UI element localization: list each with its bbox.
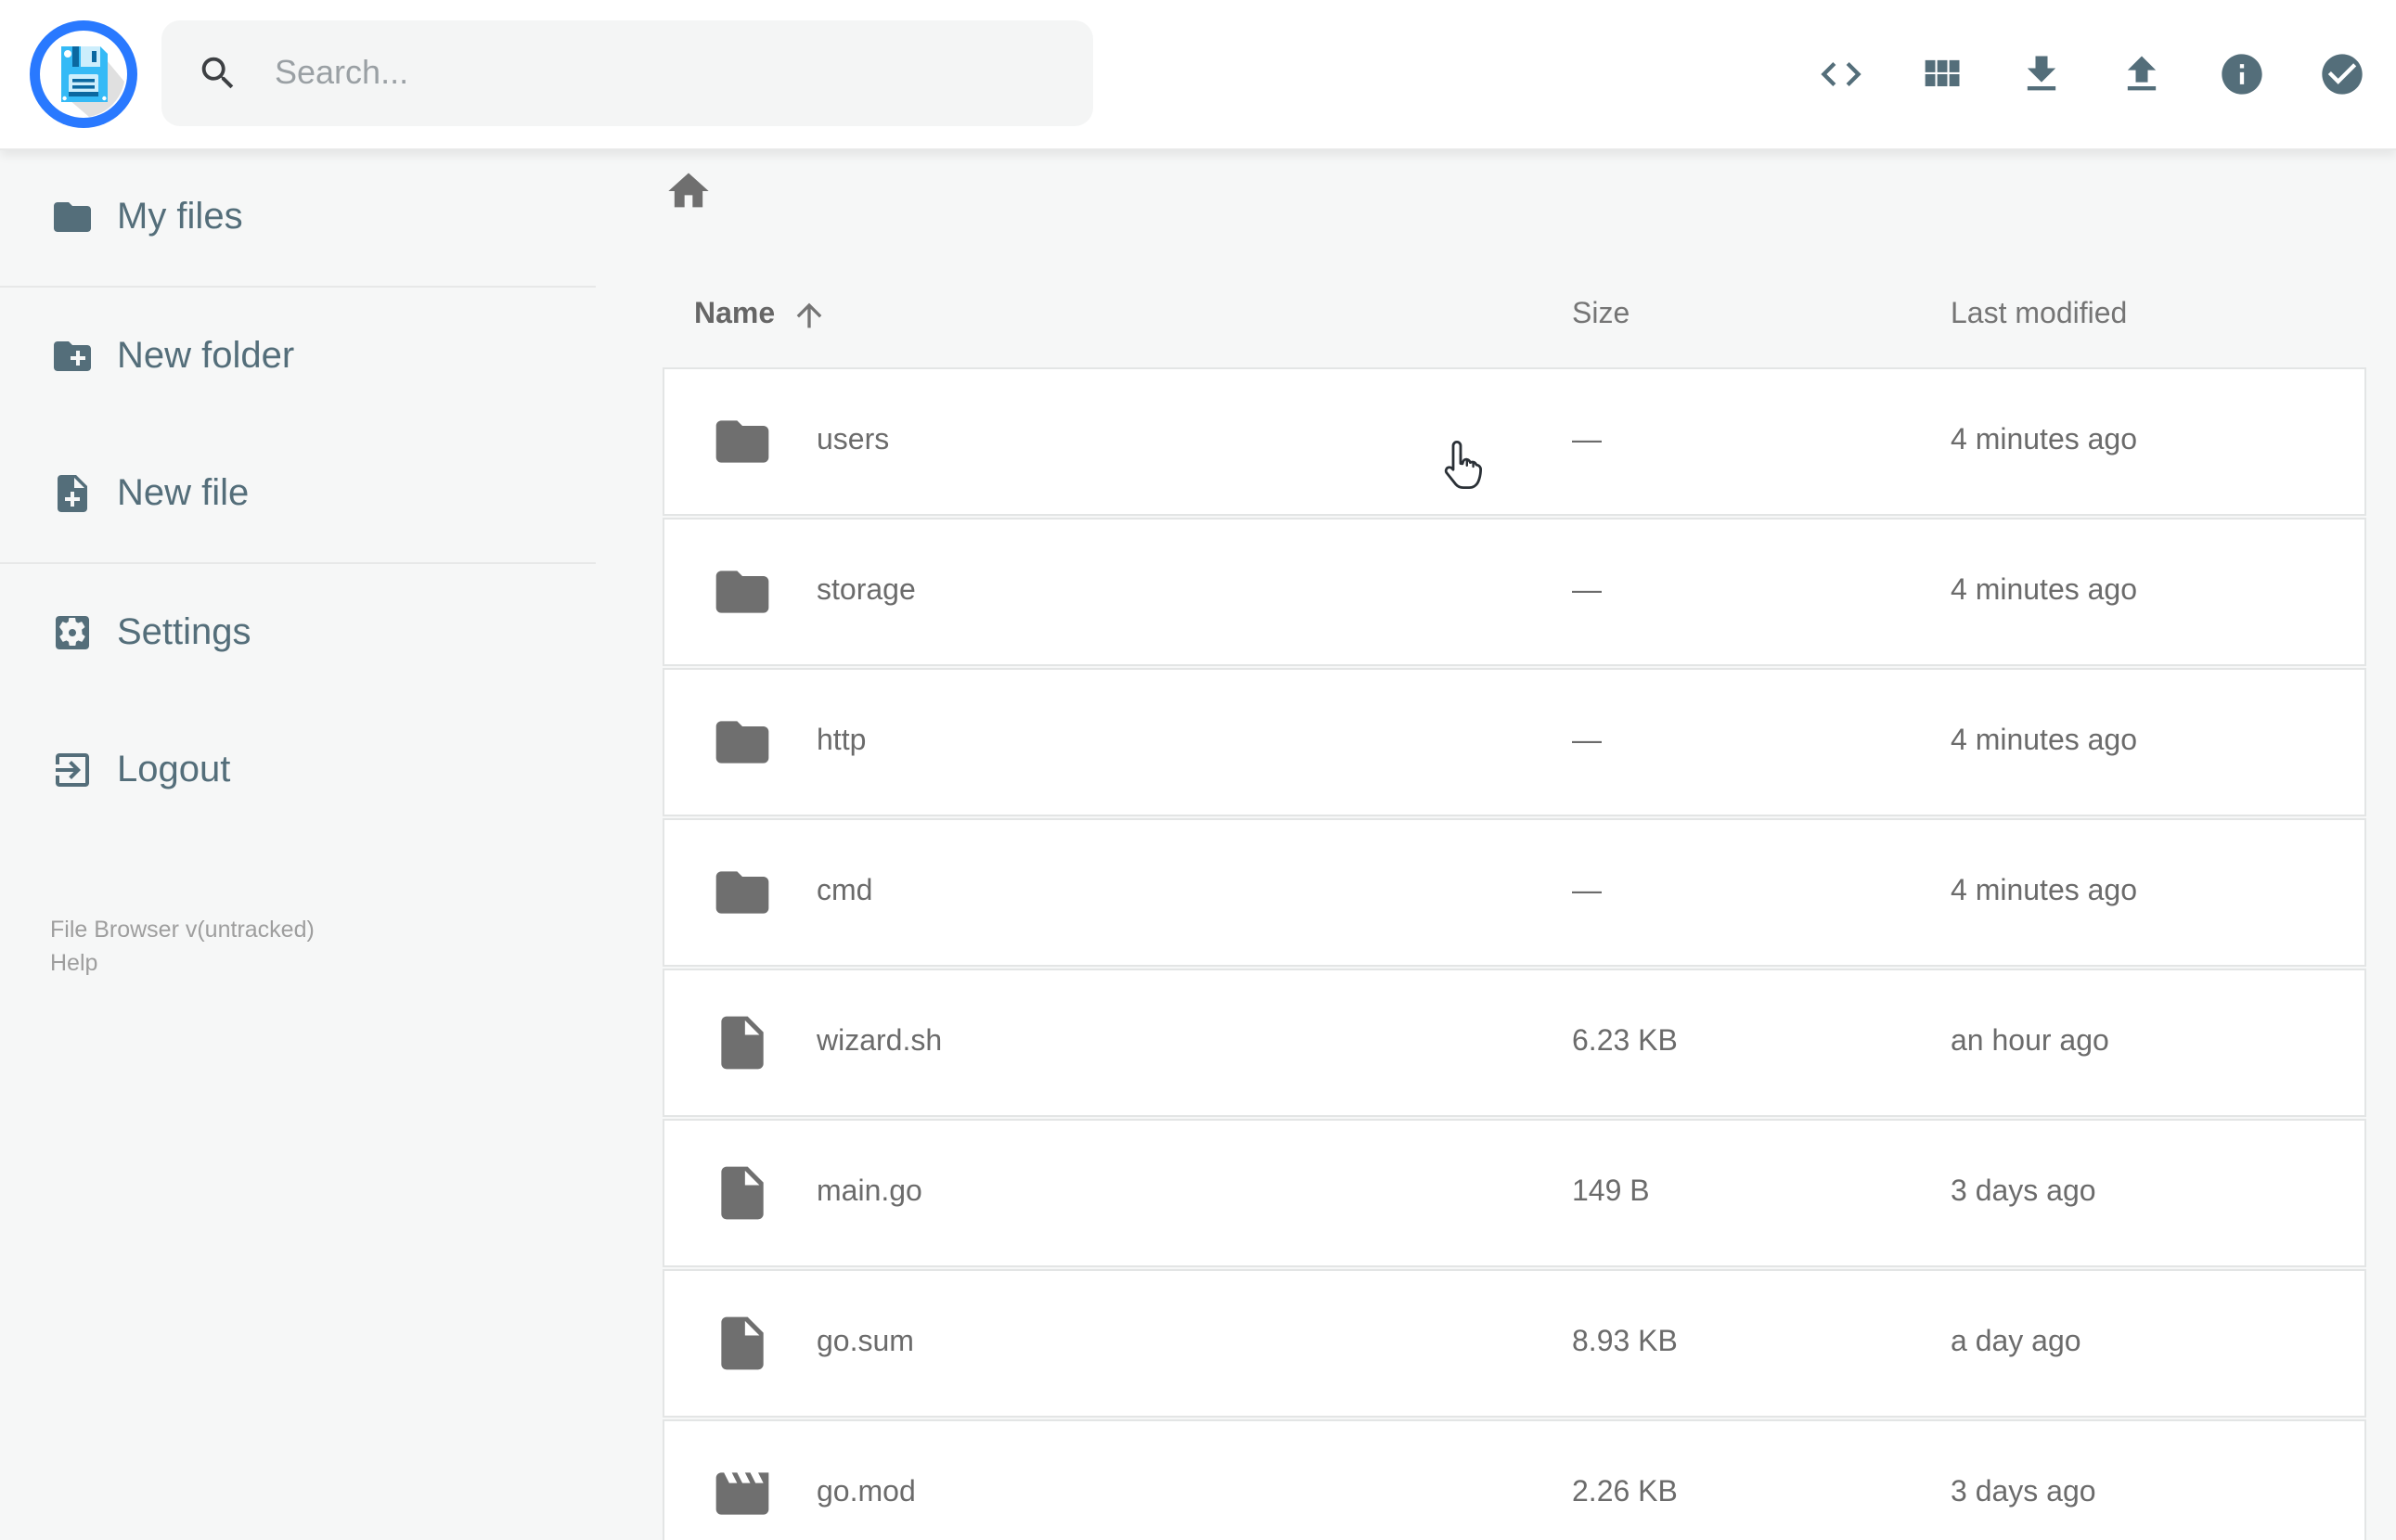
file-name: go.mod xyxy=(817,1477,916,1508)
file-modified: 4 minutes ago xyxy=(1951,725,2138,757)
file-name: main.go xyxy=(817,1176,922,1208)
create-new-folder-icon xyxy=(50,334,95,379)
file-row[interactable]: storage — 4 minutes ago xyxy=(663,518,2366,666)
file-size: 2.26 KB xyxy=(1572,1477,1678,1508)
header-actions xyxy=(1817,0,2366,148)
file-name: storage xyxy=(817,575,916,607)
note-add-icon xyxy=(50,471,95,516)
list-header: Name Size Last modified xyxy=(663,275,2366,356)
file-type-icon xyxy=(711,711,774,774)
sidebar-item-label: New file xyxy=(117,472,250,513)
file-name: cmd xyxy=(817,876,873,907)
file-size: 6.23 KB xyxy=(1572,1026,1678,1058)
file-name: http xyxy=(817,725,867,757)
file-row[interactable]: main.go 149 B 3 days ago xyxy=(663,1119,2366,1267)
file-list: users — 4 minutes ago storage — 4 minute… xyxy=(663,367,2366,1540)
home-icon xyxy=(664,167,713,215)
file-row[interactable]: http — 4 minutes ago xyxy=(663,668,2366,816)
sidebar-item-label: Logout xyxy=(117,749,231,789)
file-size: — xyxy=(1572,725,1602,757)
file-type-icon xyxy=(711,1312,774,1375)
code-icon[interactable] xyxy=(1817,50,1865,98)
sidebar-item-label: New folder xyxy=(117,335,295,376)
file-modified: 3 days ago xyxy=(1951,1176,2096,1208)
sidebar-item-label: Settings xyxy=(117,611,251,652)
file-name: wizard.sh xyxy=(817,1026,943,1058)
sidebar-footer: File Browser v(untracked) Help xyxy=(50,913,315,980)
upload-icon[interactable] xyxy=(2118,50,2166,98)
file-modified: 4 minutes ago xyxy=(1951,575,2138,607)
sidebar-item-label: My files xyxy=(117,196,243,237)
file-size: — xyxy=(1572,575,1602,607)
logout-icon xyxy=(50,748,95,792)
app-version: File Browser v(untracked) xyxy=(50,917,315,943)
file-type-icon xyxy=(711,560,774,623)
file-type-icon xyxy=(711,1161,774,1225)
info-icon[interactable] xyxy=(2218,50,2266,98)
sidebar-item-new-file[interactable]: New file xyxy=(0,425,596,562)
file-row[interactable]: wizard.sh 6.23 KB an hour ago xyxy=(663,969,2366,1117)
file-type-icon xyxy=(711,1011,774,1074)
sidebar-item-new-folder[interactable]: New folder xyxy=(0,288,596,425)
file-size: — xyxy=(1572,425,1602,456)
file-size: 149 B xyxy=(1572,1176,1650,1208)
sidebar-item-my-files[interactable]: My files xyxy=(0,148,596,286)
help-link[interactable]: Help xyxy=(50,946,315,980)
breadcrumb-home-button[interactable] xyxy=(664,167,713,215)
file-row[interactable]: cmd — 4 minutes ago xyxy=(663,818,2366,967)
file-row[interactable]: users — 4 minutes ago xyxy=(663,367,2366,516)
sort-ascending-icon xyxy=(790,297,827,334)
settings-icon xyxy=(50,610,95,655)
file-size: 8.93 KB xyxy=(1572,1327,1678,1358)
file-name: go.sum xyxy=(817,1327,914,1358)
column-header-modified[interactable]: Last modified xyxy=(1951,299,2127,332)
file-browser-app: My files New folder New file Settings Lo… xyxy=(0,0,2396,1540)
file-modified: a day ago xyxy=(1951,1327,2081,1358)
filebrowser-logo-icon xyxy=(30,20,137,128)
file-modified: 3 days ago xyxy=(1951,1477,2096,1508)
app-header xyxy=(0,0,2396,150)
file-size: — xyxy=(1572,876,1602,907)
file-type-icon xyxy=(711,1462,774,1525)
grid-view-icon[interactable] xyxy=(1917,50,1965,98)
file-modified: 4 minutes ago xyxy=(1951,876,2138,907)
column-header-name[interactable]: Name xyxy=(694,297,827,334)
search-bar[interactable] xyxy=(161,20,1093,126)
column-header-size[interactable]: Size xyxy=(1572,299,1630,332)
file-modified: an hour ago xyxy=(1951,1026,2109,1058)
select-icon[interactable] xyxy=(2318,50,2366,98)
sidebar: My files New folder New file Settings Lo… xyxy=(0,148,596,1540)
sidebar-item-settings[interactable]: Settings xyxy=(0,564,596,701)
folder-icon xyxy=(50,195,95,239)
search-icon xyxy=(197,52,239,95)
file-row[interactable]: go.sum 8.93 KB a day ago xyxy=(663,1269,2366,1418)
file-name: users xyxy=(817,425,890,456)
sidebar-item-logout[interactable]: Logout xyxy=(0,701,596,839)
file-type-icon xyxy=(711,861,774,924)
file-type-icon xyxy=(711,410,774,473)
download-icon[interactable] xyxy=(2017,50,2066,98)
file-row[interactable]: go.mod 2.26 KB 3 days ago xyxy=(663,1419,2366,1540)
file-modified: 4 minutes ago xyxy=(1951,425,2138,456)
search-input[interactable] xyxy=(271,52,1093,95)
